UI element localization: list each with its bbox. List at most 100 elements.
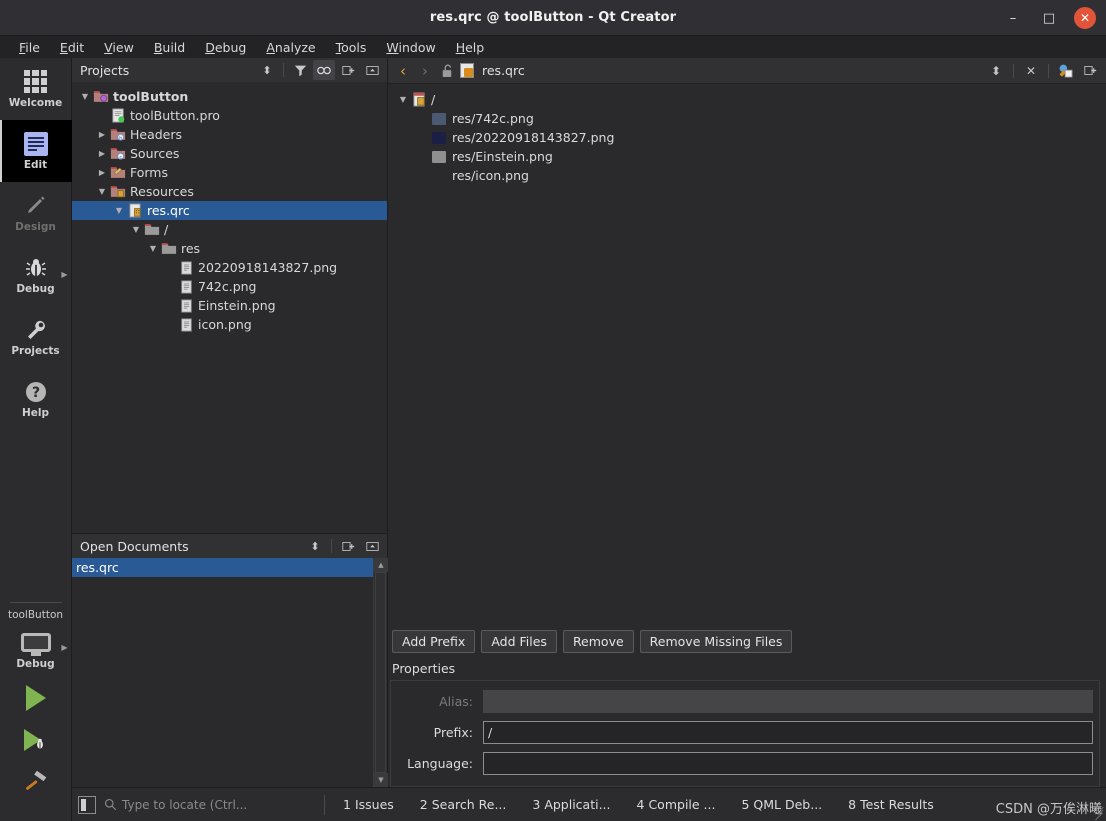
window-controls: – □ ✕ <box>1002 0 1096 36</box>
add-prefix-button[interactable]: Add Prefix <box>392 630 476 653</box>
mode-design[interactable]: Design <box>0 182 72 244</box>
project-tree[interactable]: ▼ toolButton toolButton.pro ▶ h Headers ▶ c Sour… <box>72 82 387 533</box>
locator-placeholder: Type to locate (Ctrl... <box>122 797 248 812</box>
tree-item[interactable]: ▼ res.qrc <box>72 201 387 220</box>
scrollbar-track[interactable] <box>375 572 386 773</box>
kit-selector[interactable]: ▶ Debug <box>0 621 72 677</box>
question-icon: ? <box>25 381 46 402</box>
tree-item[interactable]: 742c.png <box>72 277 387 296</box>
tree-item[interactable]: Einstein.png <box>72 296 387 315</box>
alias-row: Alias: <box>397 689 1093 713</box>
tree-item[interactable]: icon.png <box>72 315 387 334</box>
tree-item[interactable]: ▶ c Sources <box>72 144 387 163</box>
mode-help[interactable]: ? Help <box>0 368 72 430</box>
resource-item[interactable]: ▼ / <box>394 90 1106 109</box>
list-item[interactable]: res.qrc <box>72 558 387 577</box>
build-button[interactable] <box>0 761 72 803</box>
language-field[interactable] <box>483 751 1093 775</box>
chevron-down-icon[interactable]: ▼ <box>112 206 126 215</box>
tree-item[interactable]: ▼ toolButton <box>72 87 387 106</box>
menu-tools[interactable]: Tools <box>327 38 376 57</box>
tree-item[interactable]: ▶ Forms <box>72 163 387 182</box>
filter-icon[interactable] <box>289 60 311 80</box>
output-pane-searchre[interactable]: 2 Search Re... <box>412 795 515 814</box>
updown-arrows-icon[interactable]: ⬍ <box>986 61 1006 81</box>
menu-view[interactable]: View <box>95 38 143 57</box>
locator-input[interactable]: Type to locate (Ctrl... <box>104 795 314 815</box>
chevron-down-icon[interactable]: ▼ <box>396 95 410 104</box>
run-button[interactable] <box>0 677 72 719</box>
chevron-down-icon[interactable]: ▼ <box>129 225 143 234</box>
chevron-down-icon[interactable]: ▼ <box>78 92 92 101</box>
close-document-button[interactable]: ✕ <box>1021 61 1041 81</box>
mode-label: Design <box>15 220 56 233</box>
output-pane-buttons: 1 Issues 2 Search Re... 3 Applicati... 4 Co… <box>335 795 942 814</box>
unlocked-padlock-icon[interactable] <box>438 64 456 78</box>
prefix-field[interactable] <box>483 720 1093 744</box>
menu-build[interactable]: Build <box>145 38 194 57</box>
go-back-button[interactable]: ‹ <box>394 62 412 80</box>
mode-debug[interactable]: ▶ Debug <box>0 244 72 306</box>
mode-label: Debug <box>16 282 55 295</box>
scroll-up-icon[interactable]: ▲ <box>374 558 388 572</box>
tree-item[interactable]: 20220918143827.png <box>72 258 387 277</box>
output-pane-compile[interactable]: 4 Compile ... <box>629 795 724 814</box>
link-icon[interactable] <box>313 60 335 80</box>
tree-item[interactable]: ▼ Resources <box>72 182 387 201</box>
menu-edit[interactable]: Edit <box>51 38 93 57</box>
mode-welcome[interactable]: Welcome <box>0 58 72 120</box>
chevron-down-icon[interactable]: ▼ <box>146 244 160 253</box>
remove-missing-files-button[interactable]: Remove Missing Files <box>639 630 793 653</box>
menu-analyze[interactable]: Analyze <box>257 38 324 57</box>
maximize-button[interactable]: □ <box>1038 7 1060 29</box>
close-button[interactable]: ✕ <box>1074 7 1096 29</box>
chevron-right-icon[interactable]: ▶ <box>95 149 109 158</box>
add-files-button[interactable]: Add Files <box>481 630 557 653</box>
chevron-down-icon[interactable]: ▼ <box>95 187 109 196</box>
collapse-icon[interactable] <box>361 60 383 80</box>
resource-file-list[interactable]: ▼ / res/742c.png res/20220918143827.png res/… <box>388 84 1106 625</box>
start-debugging-button[interactable] <box>0 719 72 761</box>
go-forward-button[interactable]: › <box>416 62 434 80</box>
split-icon[interactable] <box>337 536 359 556</box>
updown-arrows-icon[interactable]: ⬍ <box>256 60 278 80</box>
open-documents-list[interactable]: res.qrc ▲ ▼ <box>72 558 388 787</box>
tree-item-label: Forms <box>130 165 169 180</box>
split-icon[interactable] <box>1080 61 1100 81</box>
menu-file[interactable]: File <box>10 38 49 57</box>
menu-debug[interactable]: Debug <box>196 38 255 57</box>
tree-item[interactable]: ▼ res <box>72 239 387 258</box>
remove-button[interactable]: Remove <box>562 630 634 653</box>
menu-help[interactable]: Help <box>447 38 494 57</box>
output-pane-applicati[interactable]: 3 Applicati... <box>524 795 618 814</box>
open-documents-scrollbar[interactable]: ▲ ▼ <box>373 558 388 787</box>
tree-item-label: res <box>181 241 201 256</box>
folder-forms-icon <box>109 165 127 180</box>
split-editor-icon[interactable] <box>1056 61 1076 81</box>
split-icon[interactable] <box>337 60 359 80</box>
pane-label: QML Deb... <box>753 797 823 812</box>
tree-item[interactable]: ▼ / <box>72 220 387 239</box>
scroll-down-icon[interactable]: ▼ <box>374 773 388 787</box>
sidebar-toggle-icon[interactable] <box>78 795 96 814</box>
collapse-icon[interactable] <box>361 536 383 556</box>
resource-item[interactable]: res/Einstein.png <box>394 147 1106 166</box>
tree-item[interactable]: toolButton.pro <box>72 106 387 125</box>
resource-item[interactable]: res/742c.png <box>394 109 1106 128</box>
updown-arrows-icon[interactable]: ⬍ <box>304 536 326 556</box>
resize-grip[interactable] <box>1090 805 1104 821</box>
chevron-right-icon[interactable]: ▶ <box>95 168 109 177</box>
resource-item[interactable]: res/20220918143827.png <box>394 128 1106 147</box>
minimize-button[interactable]: – <box>1002 7 1024 29</box>
alias-field <box>483 689 1093 713</box>
mode-edit[interactable]: Edit <box>0 120 72 182</box>
output-pane-issues[interactable]: 1 Issues <box>335 795 402 814</box>
resource-item[interactable]: res/icon.png <box>394 166 1106 185</box>
output-pane-qmldeb[interactable]: 5 QML Deb... <box>733 795 830 814</box>
tree-item[interactable]: ▶ h Headers <box>72 125 387 144</box>
output-pane-testresults[interactable]: 8 Test Results <box>840 795 942 814</box>
mode-projects[interactable]: Projects <box>0 306 72 368</box>
menu-window[interactable]: Window <box>377 38 444 57</box>
chevron-right-icon[interactable]: ▶ <box>95 130 109 139</box>
tree-item-label: Headers <box>130 127 183 142</box>
